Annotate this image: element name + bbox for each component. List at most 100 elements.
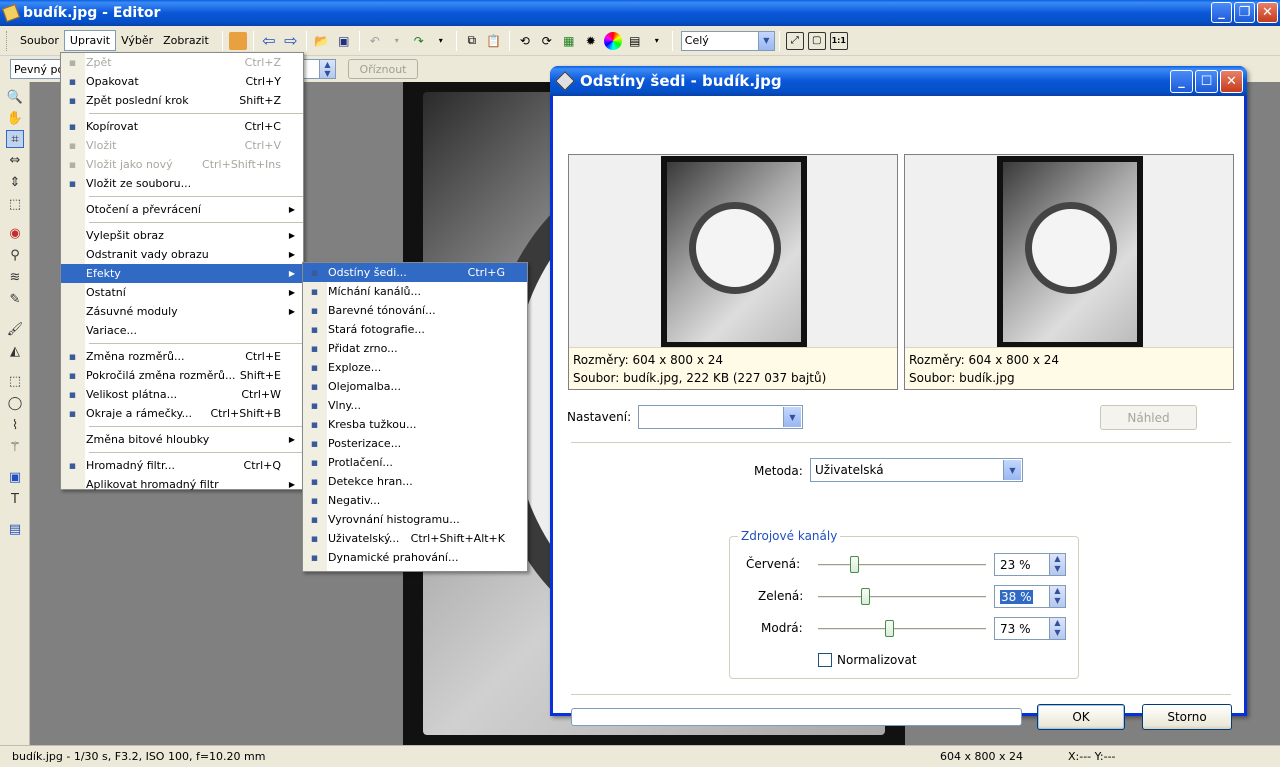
red-channel-slider[interactable] <box>818 555 986 575</box>
fullscreen-icon[interactable]: ▢ <box>807 31 826 50</box>
info-tool-icon[interactable]: ▤ <box>6 520 24 538</box>
zoom-select[interactable]: Celý ▼ <box>680 30 775 51</box>
lasso-select-icon[interactable]: ⌇ <box>6 416 24 434</box>
fit-to-window-icon[interactable]: ⤢ <box>785 31 804 50</box>
open-icon[interactable]: 📂 <box>313 32 331 50</box>
redo-dropdown-icon[interactable]: ▾ <box>432 32 450 50</box>
method-combo[interactable]: Uživatelská ▼ <box>810 458 1023 482</box>
edit-menu-item-okraje-a-ramecky[interactable]: ▪ Okraje a rámečky... Ctrl+Shift+B <box>61 404 303 423</box>
edit-menu-item-vylepsit-obraz[interactable]: Vylepšit obraz ▶ <box>61 226 303 245</box>
blue-channel-spinner[interactable]: ▲ ▼ <box>1049 618 1065 639</box>
menu-zobrazit[interactable]: Zobrazit <box>158 31 214 50</box>
effects-menu-item-michani-kanalu[interactable]: ▪ Míchání kanálů... <box>303 282 527 301</box>
effects-menu-item-barevne-tonovani[interactable]: ▪ Barevné tónování... <box>303 301 527 320</box>
brush-tool-icon[interactable]: 🖌 <box>6 320 24 338</box>
paste-icon[interactable]: 📋 <box>485 32 503 50</box>
perspective-tool-icon[interactable]: ⇕ <box>6 173 24 191</box>
red-channel-spinner[interactable]: ▲ ▼ <box>1049 554 1065 575</box>
edit-menu-item-velikost-platna[interactable]: ▪ Velikost plátna... Ctrl+W <box>61 385 303 404</box>
healing-tool-icon[interactable]: ≋ <box>6 268 24 286</box>
effects-menu-item-negativ[interactable]: ▪ Negativ... <box>303 491 527 510</box>
edit-menu-item-odstranit-vady-obrazu[interactable]: Odstranit vady obrazu ▶ <box>61 245 303 264</box>
edit-menu-item-zpet-posledni-krok[interactable]: ▪ Zpět poslední krok Shift+Z <box>61 91 303 110</box>
edit-menu-item-otoceni-a-prevraceni[interactable]: Otočení a převrácení ▶ <box>61 200 303 219</box>
ok-button[interactable]: OK <box>1037 704 1125 730</box>
settings-combo[interactable]: ▼ <box>638 405 803 429</box>
effects-menu-item-uzivatelsky[interactable]: ▪ Uživatelský... Ctrl+Shift+Alt+K <box>303 529 527 548</box>
edit-menu-item-zmena-bitove-hloubky[interactable]: Změna bitové hloubky ▶ <box>61 430 303 449</box>
minimize-button[interactable]: _ <box>1211 2 1232 23</box>
crop-tool-icon[interactable]: ⌗ <box>6 130 24 148</box>
edit-menu-item-vlozit-ze-souboru[interactable]: ▪ Vložit ze souboru... <box>61 174 303 193</box>
enhance-icon[interactable]: ▦ <box>560 32 578 50</box>
effects-menu-item-dynamicke-prahovani[interactable]: ▪ Dynamické prahování... <box>303 548 527 567</box>
rect-select-icon[interactable]: ⬚ <box>6 372 24 390</box>
edit-menu-item-zasuvne-moduly[interactable]: Zásuvné moduly ▶ <box>61 302 303 321</box>
layer-tool-icon[interactable]: ▣ <box>6 468 24 486</box>
next-image-icon[interactable]: ⇨ <box>282 31 300 50</box>
fill-tool-icon[interactable]: ◭ <box>6 342 24 360</box>
undo-icon[interactable]: ↶ <box>366 32 384 50</box>
redo-icon[interactable]: ↷ <box>410 32 428 50</box>
undo-dropdown-icon[interactable]: ▾ <box>388 32 406 50</box>
edit-menu-item-opakovat[interactable]: ▪ Opakovat Ctrl+Y <box>61 72 303 91</box>
browser-icon[interactable] <box>228 31 247 50</box>
preview-button[interactable]: Náhled <box>1100 405 1197 430</box>
red-eye-tool-icon[interactable]: ◉ <box>6 224 24 242</box>
blue-channel-slider[interactable] <box>818 619 986 639</box>
checkbox-box[interactable] <box>818 653 832 667</box>
effects-menu-item-vyrovnani-histogramu[interactable]: ▪ Vyrovnání histogramu... <box>303 510 527 529</box>
cancel-button[interactable]: Storno <box>1142 704 1232 730</box>
green-channel-field[interactable]: 38 % ▲ ▼ <box>994 585 1066 608</box>
effects-menu-item-exploze[interactable]: ▪ Exploze... <box>303 358 527 377</box>
effects-menu-item-odstiny-sedi[interactable]: ▪ Odstíny šedi... Ctrl+G <box>303 263 527 282</box>
effects-menu-item-vlny[interactable]: ▪ Vlny... <box>303 396 527 415</box>
previous-image-icon[interactable]: ⇦ <box>260 31 278 50</box>
green-channel-spinner[interactable]: ▲ ▼ <box>1049 586 1065 607</box>
clone-stamp-icon[interactable]: ⚲ <box>6 246 24 264</box>
chevron-down-icon[interactable]: ▼ <box>1003 460 1021 480</box>
menu-soubor[interactable]: Soubor <box>15 31 64 50</box>
crop-ratio-spinner[interactable]: ▲ ▼ <box>319 60 335 78</box>
text-tool-icon[interactable]: T <box>6 490 24 508</box>
normalize-checkbox[interactable]: Normalizovat <box>818 653 917 667</box>
edit-menu-item-ostatni[interactable]: Ostatní ▶ <box>61 283 303 302</box>
close-button[interactable]: ✕ <box>1257 2 1278 23</box>
edit-menu-item-pokrocila-zmena-rozmeru[interactable]: ▪ Pokročilá změna rozměrů... Shift+E <box>61 366 303 385</box>
transform-tool-icon[interactable]: ⬚ <box>6 195 24 213</box>
effects-menu-item-pridat-zrno[interactable]: ▪ Přidat zrno... <box>303 339 527 358</box>
edit-menu-item-vlozit[interactable]: ▪ Vložit Ctrl+V <box>61 136 303 155</box>
rotate-right-icon[interactable]: ⟳ <box>538 32 556 50</box>
effects-menu-item-olejomalba[interactable]: ▪ Olejomalba... <box>303 377 527 396</box>
dialog-minimize-button[interactable]: _ <box>1170 70 1193 93</box>
edit-menu-item-zmena-rozmeru[interactable]: ▪ Změna rozměrů... Ctrl+E <box>61 347 303 366</box>
edit-menu-item-kopirovat[interactable]: ▪ Kopírovat Ctrl+C <box>61 117 303 136</box>
slider-thumb[interactable] <box>861 588 870 605</box>
edit-menu-item-zpet[interactable]: ▪ Zpět Ctrl+Z <box>61 53 303 72</box>
effects-menu-item-posterizace[interactable]: ▪ Posterizace... <box>303 434 527 453</box>
chevron-down-icon[interactable]: ▼ <box>757 31 774 50</box>
red-channel-field[interactable]: 23 % ▲ ▼ <box>994 553 1066 576</box>
effects-dropdown-icon[interactable]: ▾ <box>648 32 666 50</box>
green-channel-slider[interactable] <box>818 587 986 607</box>
dialog-maximize-button[interactable]: ☐ <box>1195 70 1218 93</box>
effects-menu-item-protlaceni[interactable]: ▪ Protlačení... <box>303 453 527 472</box>
copy-icon[interactable]: ⧉ <box>463 32 481 50</box>
menu-upravit[interactable]: Upravit <box>63 30 117 51</box>
edit-menu-item-vlozit-jako-novy[interactable]: ▪ Vložit jako nový Ctrl+Shift+Ins <box>61 155 303 174</box>
slider-thumb[interactable] <box>850 556 859 573</box>
color-balance-icon[interactable] <box>603 31 622 50</box>
crop-button[interactable]: Oříznout <box>348 59 418 79</box>
brightness-icon[interactable]: ✹ <box>582 32 600 50</box>
chevron-down-icon[interactable]: ▼ <box>783 407 801 427</box>
actual-size-icon[interactable]: 1:1 <box>829 31 848 50</box>
dialog-close-button[interactable]: ✕ <box>1220 70 1243 93</box>
hand-tool-icon[interactable]: ✋ <box>6 109 24 127</box>
menu-vyber[interactable]: Výběr <box>116 31 158 50</box>
zoom-tool-icon[interactable]: 🔍 <box>6 88 24 106</box>
retouch-tool-icon[interactable]: ✎ <box>6 290 24 308</box>
effects-icon[interactable]: ▤ <box>626 32 644 50</box>
maximize-button[interactable]: ❐ <box>1234 2 1255 23</box>
straighten-tool-icon[interactable]: ⇔ <box>6 151 24 169</box>
blue-channel-field[interactable]: 73 % ▲ ▼ <box>994 617 1066 640</box>
